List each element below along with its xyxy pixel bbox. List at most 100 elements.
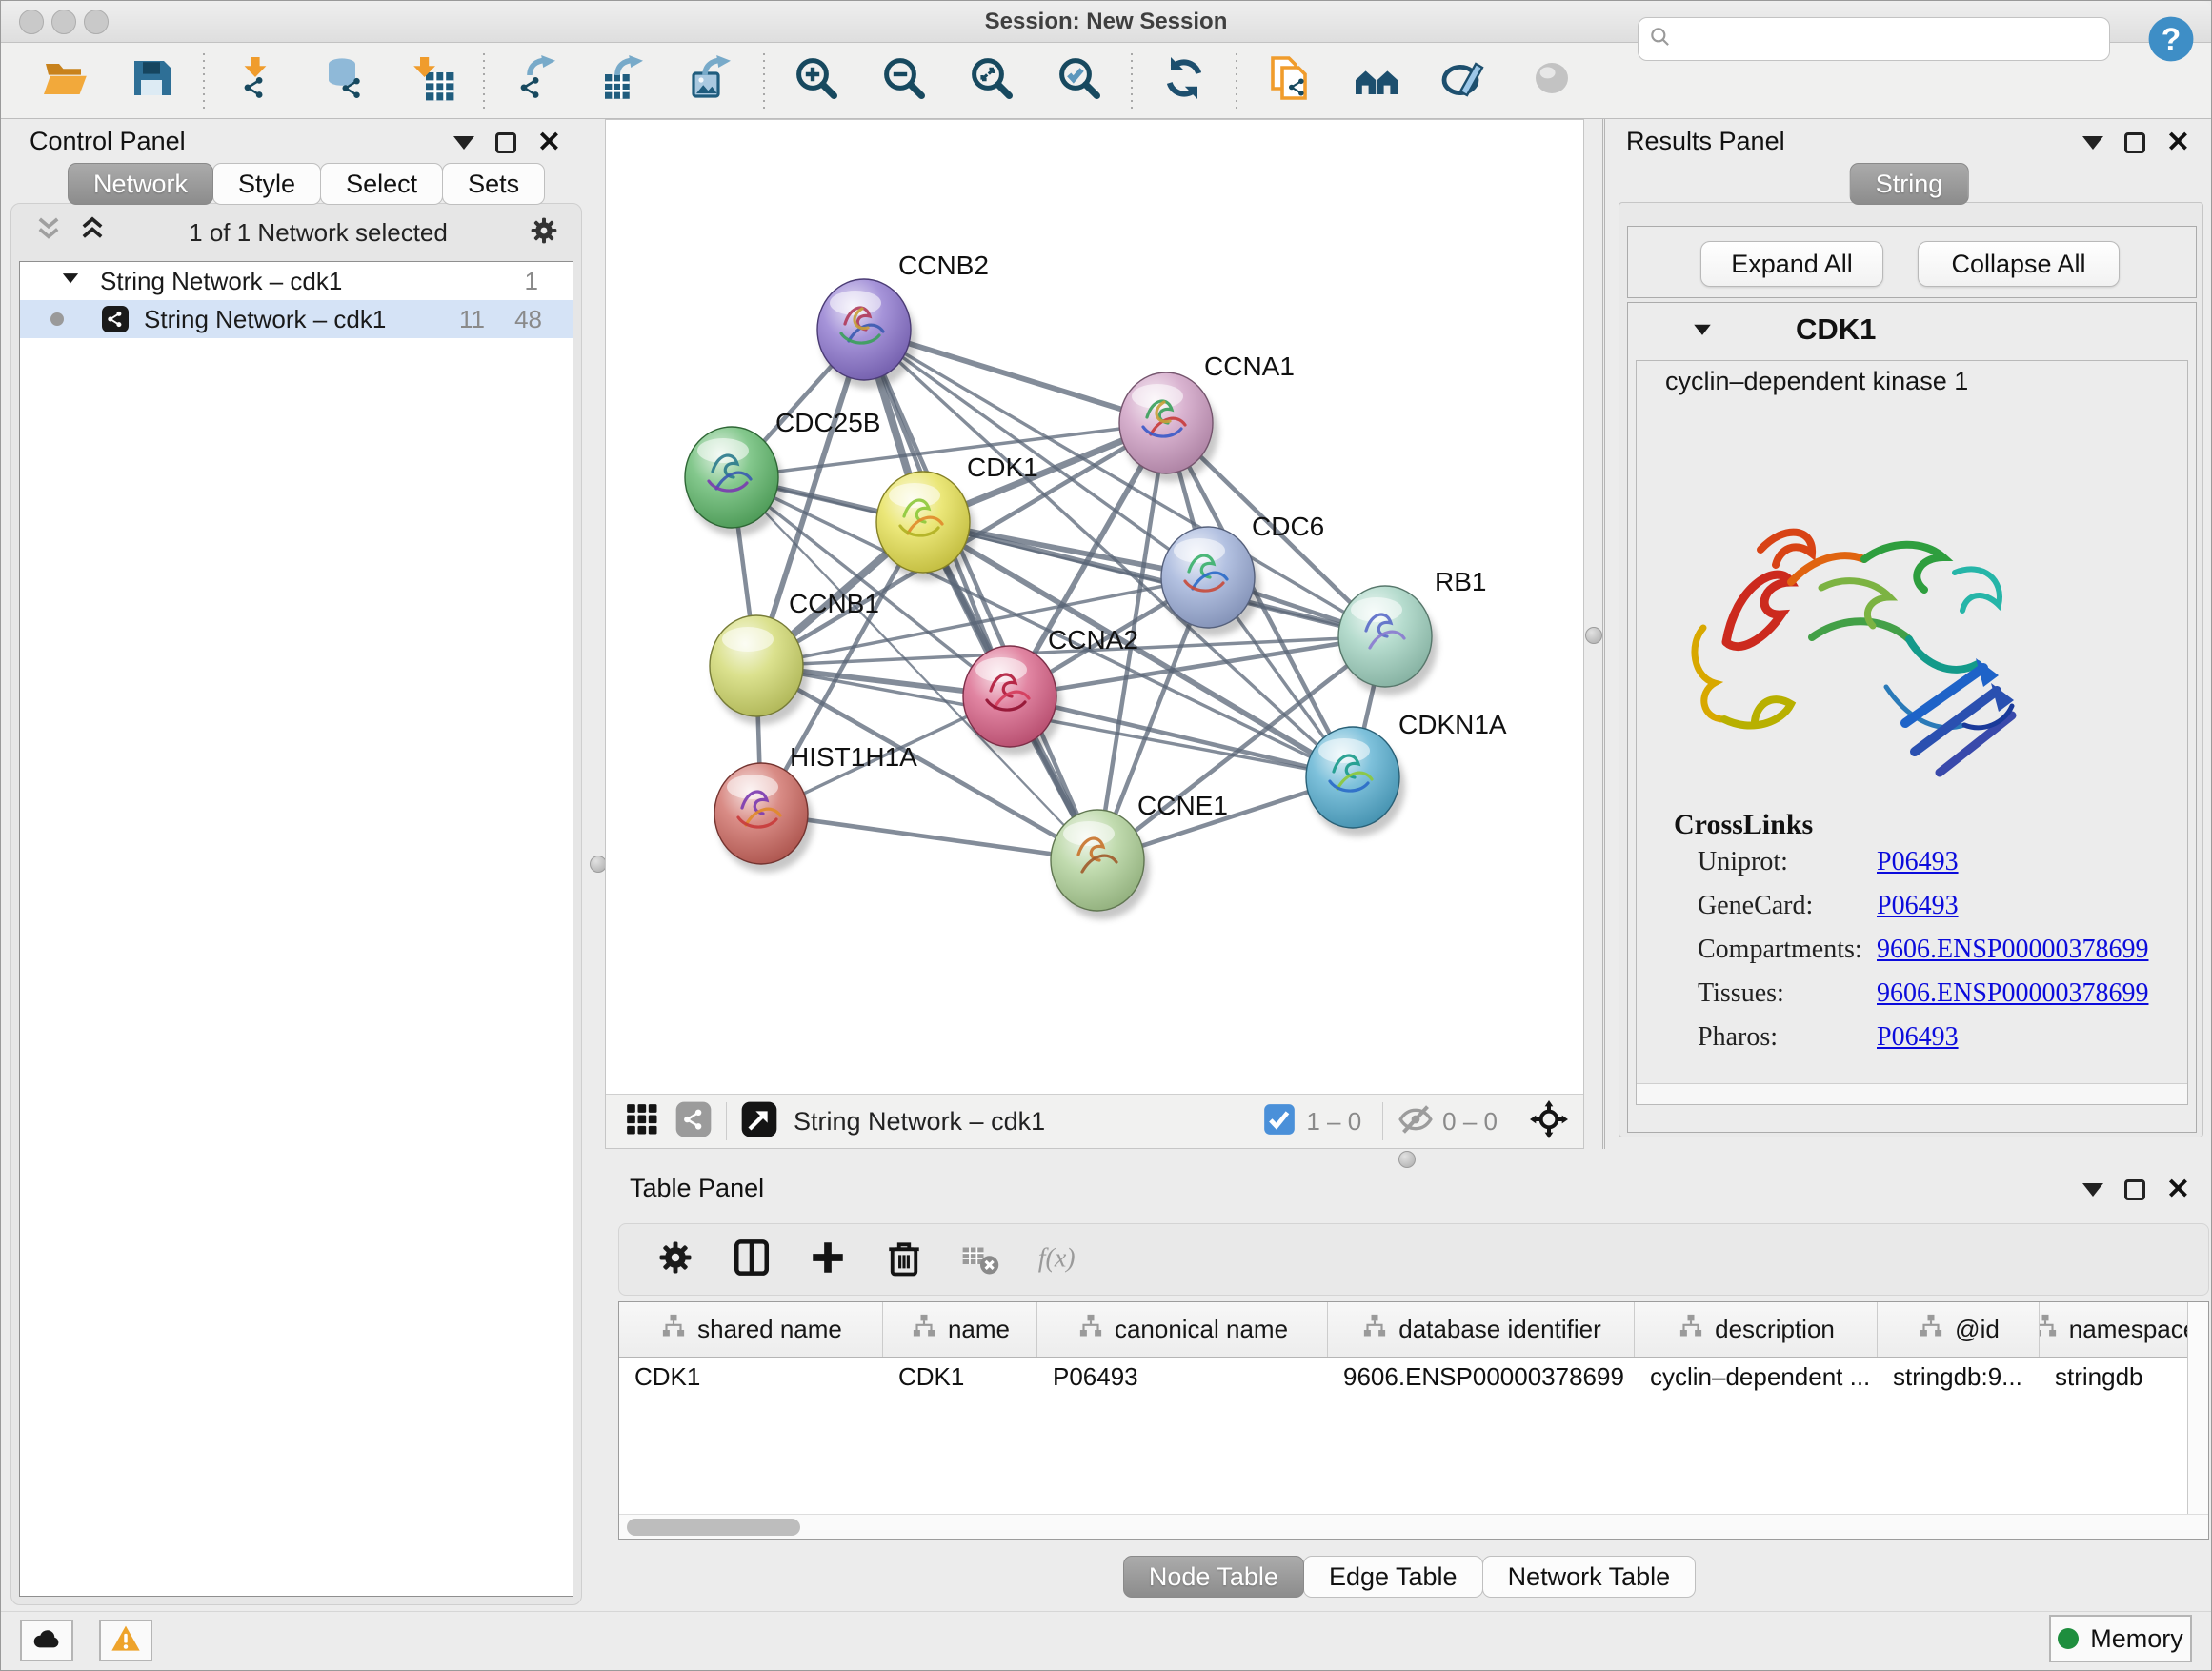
network-collection-row[interactable]: String Network – cdk1 1 [20, 262, 573, 300]
cloud-status-button[interactable] [20, 1620, 73, 1661]
table-row[interactable]: CDK1CDK1P064939606.ENSP00000378699cyclin… [619, 1358, 2189, 1396]
column-header-id[interactable]: @id [1878, 1302, 2040, 1357]
gene-section-expander-icon[interactable] [1689, 316, 1716, 343]
left-splitter[interactable] [592, 119, 605, 1149]
results-panel-float-icon[interactable] [2124, 132, 2145, 153]
table-cell[interactable]: P06493 [1037, 1358, 1328, 1396]
show-graphics-details-button[interactable] [1420, 50, 1508, 112]
view-string-icon[interactable] [674, 1100, 713, 1143]
tab-select[interactable]: Select [320, 163, 443, 205]
table-cell[interactable]: CDK1 [619, 1358, 883, 1396]
gene-details-scrollbar[interactable] [1637, 1083, 2187, 1104]
control-panel-minimize-icon[interactable] [453, 136, 474, 150]
export-network-button[interactable] [493, 50, 580, 112]
tab-network-table[interactable]: Network Table [1482, 1556, 1697, 1598]
selected-nodes-checkbox-icon[interactable] [1260, 1100, 1298, 1143]
import-database-button[interactable] [300, 50, 388, 112]
network-node[interactable]: RB1 [1338, 567, 1486, 695]
tab-network[interactable]: Network [68, 163, 213, 205]
column-header-name[interactable]: name [883, 1302, 1037, 1357]
tab-node-table[interactable]: Node Table [1123, 1556, 1304, 1598]
crosslink-value-link[interactable]: P06493 [1877, 1022, 1959, 1053]
table-panel-close-icon[interactable]: ✕ [2166, 1179, 2190, 1200]
gene-section-header[interactable]: CDK1 [1628, 303, 2196, 356]
status-bar: Memory [1, 1611, 2211, 1671]
refresh-network-button[interactable] [1140, 50, 1228, 112]
save-session-button[interactable] [108, 50, 195, 112]
crosslink-value-link[interactable]: 9606.ENSP00000378699 [1877, 978, 2148, 1009]
control-panel-close-icon[interactable]: ✕ [537, 132, 561, 153]
collapse-all-button[interactable]: Collapse All [1918, 241, 2120, 287]
add-column-icon[interactable] [808, 1238, 848, 1282]
table-horizontal-scrollbar[interactable] [619, 1514, 2208, 1539]
network-canvas[interactable]: CCNB2 CCNA1 CDC25B CDK1 CDC6 RB1 CCNB1 [605, 119, 1584, 1149]
horizontal-splitter[interactable] [605, 1149, 2212, 1171]
network-list-options-gear-icon[interactable] [528, 214, 560, 252]
warnings-button[interactable] [99, 1620, 152, 1661]
table-cell[interactable]: cyclin–dependent ... [1635, 1358, 1878, 1396]
table-cell[interactable]: 9606.ENSP00000378699 [1328, 1358, 1635, 1396]
network-node[interactable]: HIST1H1A [714, 742, 917, 873]
protein-structure-image [1669, 437, 2036, 797]
column-header-description[interactable]: description [1635, 1302, 1878, 1357]
tab-style[interactable]: Style [212, 163, 321, 205]
open-in-new-window-icon[interactable] [740, 1100, 778, 1143]
memory-button[interactable]: Memory [2049, 1615, 2192, 1662]
show-columns-icon[interactable] [732, 1238, 772, 1282]
export-image-button[interactable] [668, 50, 755, 112]
import-network-button[interactable] [212, 50, 300, 112]
horizontal-splitter-handle[interactable] [1398, 1151, 1416, 1168]
zoom-out-button[interactable] [860, 50, 948, 112]
birdseye-view-icon[interactable] [1530, 1100, 1568, 1143]
table-panel-minimize-icon[interactable] [2082, 1183, 2103, 1197]
import-table-button[interactable] [388, 50, 475, 112]
crosslink-value-link[interactable]: P06493 [1877, 847, 1959, 877]
column-header-namespace[interactable]: namespace [2040, 1302, 2189, 1357]
table-cell[interactable]: CDK1 [883, 1358, 1037, 1396]
export-table-button[interactable] [580, 50, 668, 112]
crosslink-value-link[interactable]: 9606.ENSP00000378699 [1877, 935, 2148, 965]
zoom-fit-button[interactable] [948, 50, 1036, 112]
tab-sets[interactable]: Sets [442, 163, 545, 205]
help-button[interactable]: ? [2146, 14, 2196, 64]
hide-graphics-details-button[interactable] [1508, 50, 1596, 112]
delete-column-icon[interactable] [884, 1238, 924, 1282]
crosslink-value-link[interactable]: P06493 [1877, 891, 1959, 921]
table-options-gear-icon[interactable] [655, 1238, 695, 1282]
network-row[interactable]: String Network – cdk1 11 48 [20, 300, 573, 338]
network-edge[interactable] [864, 330, 1097, 860]
column-header-label: @id [1955, 1315, 2000, 1344]
table-cell[interactable]: stringdb:9... [1878, 1358, 2040, 1396]
tab-edge-table[interactable]: Edge Table [1303, 1556, 1483, 1598]
column-header-databaseidentifier[interactable]: database identifier [1328, 1302, 1635, 1357]
network-node[interactable]: CCNB1 [710, 589, 879, 725]
zoom-in-button[interactable] [773, 50, 860, 112]
network-node[interactable]: CDKN1A [1306, 710, 1507, 836]
collapse-network-list-icon[interactable] [32, 214, 65, 252]
network-node[interactable]: CCNA1 [1119, 352, 1295, 482]
column-header-canonicalname[interactable]: canonical name [1037, 1302, 1328, 1357]
network-node[interactable]: CCNB2 [817, 251, 989, 389]
collection-expander-icon[interactable] [58, 266, 83, 297]
search-input[interactable] [1680, 25, 2100, 53]
results-panel-close-icon[interactable]: ✕ [2166, 132, 2190, 153]
expand-network-list-icon[interactable] [76, 214, 109, 252]
table-vertical-scrollbar[interactable] [2187, 1302, 2208, 1514]
clone-network-button[interactable] [1245, 50, 1333, 112]
table-hscroll-handle[interactable] [627, 1519, 800, 1536]
table-panel-float-icon[interactable] [2124, 1179, 2145, 1200]
open-session-button[interactable] [20, 50, 108, 112]
column-header-sharedname[interactable]: shared name [619, 1302, 883, 1357]
tab-string[interactable]: String [1850, 163, 1969, 205]
network-graph[interactable]: CCNB2 CCNA1 CDC25B CDK1 CDC6 RB1 CCNB1 [606, 120, 1585, 1096]
first-neighbors-button[interactable] [1333, 50, 1420, 112]
expand-all-button[interactable]: Expand All [1700, 241, 1883, 287]
table-cell[interactable]: stringdb [2040, 1358, 2189, 1396]
control-panel-float-icon[interactable] [495, 132, 516, 153]
right-splitter[interactable] [1584, 119, 1605, 1149]
zoom-selected-button[interactable] [1036, 50, 1123, 112]
network-node[interactable]: CDK1 [876, 453, 1038, 581]
view-grid-icon[interactable] [623, 1100, 661, 1143]
results-panel-minimize-icon[interactable] [2082, 136, 2103, 150]
right-splitter-handle[interactable] [1585, 627, 1602, 644]
